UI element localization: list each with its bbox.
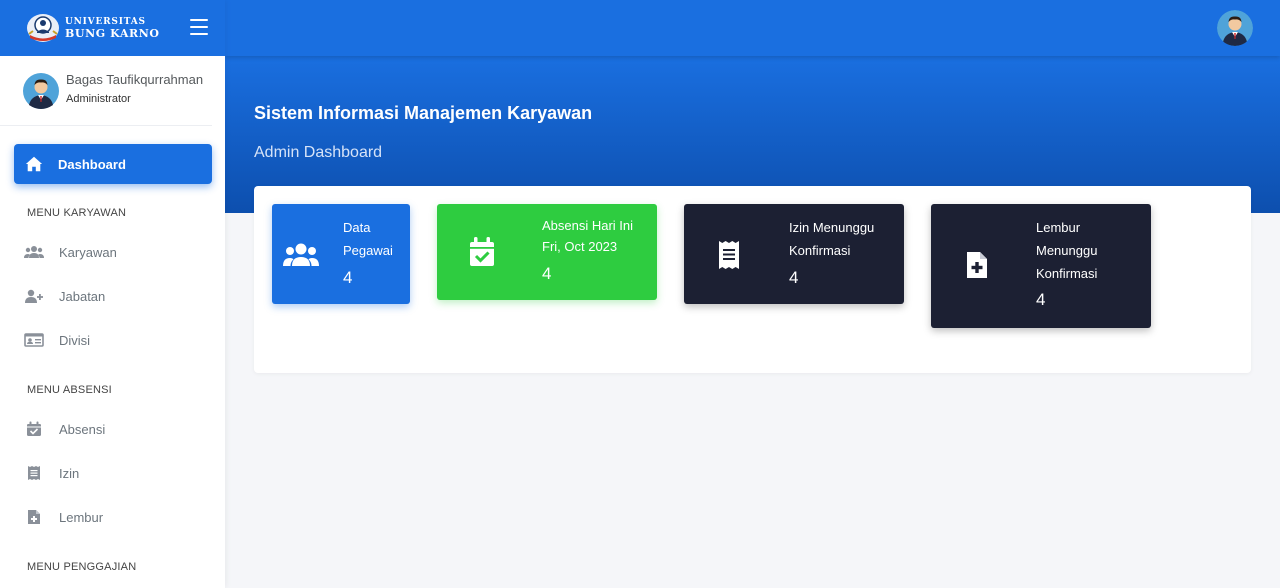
menu-toggle-icon[interactable]: [190, 19, 208, 35]
sidebar-item-absensi[interactable]: Absensi: [24, 415, 212, 443]
sidebar-item-jabatan[interactable]: Jabatan: [24, 282, 212, 310]
calendar-check-icon: [469, 237, 495, 267]
university-logo-icon[interactable]: [26, 11, 60, 45]
avatar[interactable]: [1217, 10, 1253, 46]
users-icon: [283, 242, 319, 268]
stat-value: 4: [789, 268, 799, 287]
stat-label-line1: Lembur: [1036, 220, 1081, 235]
sidebar-item-label: Karyawan: [59, 244, 117, 260]
stat-label-line2: Konfirmasi: [789, 243, 851, 258]
id-card-icon: [24, 332, 44, 348]
sidebar-item-label: Jabatan: [59, 288, 106, 304]
avatar[interactable]: [23, 72, 59, 109]
brand-bar: UNIVERSITAS BUNG KARNO: [0, 0, 225, 56]
stat-label-line1: Izin Menunggu: [789, 220, 875, 235]
stat-label-line2: Pegawai: [343, 243, 393, 258]
sidebar-item-lembur[interactable]: Lembur: [24, 503, 212, 531]
sidebar-item-label: Lembur: [59, 509, 104, 525]
page-title: Sistem Informasi Manajemen Karyawan: [254, 103, 593, 123]
file-medical-icon: [24, 509, 44, 525]
stat-label-line1: Data: [343, 220, 371, 235]
sidebar-item-izin[interactable]: Izin: [24, 459, 212, 487]
sidebar-item-label: Izin: [59, 465, 80, 481]
sidebar-item-label: Divisi: [59, 332, 91, 348]
user-panel: Bagas Taufikqurrahman Administrator: [0, 56, 212, 126]
sidebar-item-karyawan[interactable]: Karyawan: [24, 238, 212, 266]
stat-value: 4: [1036, 290, 1046, 309]
users-icon: [24, 244, 44, 260]
nav-header-karyawan: MENU KARYAWAN: [27, 207, 127, 219]
receipt-icon: [718, 240, 740, 270]
stat-izin-menunggu[interactable]: Izin Menunggu Konfirmasi 4: [684, 204, 904, 304]
stat-label-line3: Konfirmasi: [1036, 266, 1098, 281]
file-medical-icon: [966, 251, 988, 279]
sidebar-item-divisi[interactable]: Divisi: [24, 326, 212, 354]
stat-absensi-hari-ini[interactable]: Absensi Hari Ini Fri, Oct 2023 4: [437, 204, 657, 300]
stat-label-line1: Absensi Hari Ini: [542, 218, 634, 233]
stat-label-line2: Fri, Oct 2023: [542, 239, 618, 254]
calendar-check-icon: [24, 421, 44, 437]
page-subtitle: Admin Dashboard: [254, 144, 383, 161]
stat-value: 4: [542, 264, 552, 283]
nav-header-penggajian: MENU PENGGAJIAN: [27, 561, 137, 573]
stat-label-line2: Menunggu: [1036, 243, 1098, 258]
user-plus-icon: [24, 288, 44, 304]
sidebar-item-dashboard[interactable]: Dashboard: [14, 144, 212, 184]
sidebar-item-label: Dashboard: [58, 156, 126, 172]
home-icon: [25, 156, 43, 172]
brand-name[interactable]: UNIVERSITAS BUNG KARNO: [65, 17, 160, 39]
stat-value: 4: [343, 268, 353, 287]
nav-header-absensi: MENU ABSENSI: [27, 384, 112, 396]
sidebar-item-label: Absensi: [59, 421, 106, 437]
user-name: Bagas Taufikqurrahman: [66, 72, 204, 87]
brand-line2: BUNG KARNO: [65, 27, 160, 40]
user-role: Administrator: [66, 93, 131, 105]
stat-data-pegawai[interactable]: Data Pegawai 4: [272, 204, 410, 304]
receipt-icon: [24, 465, 44, 481]
top-navbar: [225, 0, 1280, 56]
stat-lembur-menunggu[interactable]: Lembur Menunggu Konfirmasi 4: [931, 204, 1151, 328]
